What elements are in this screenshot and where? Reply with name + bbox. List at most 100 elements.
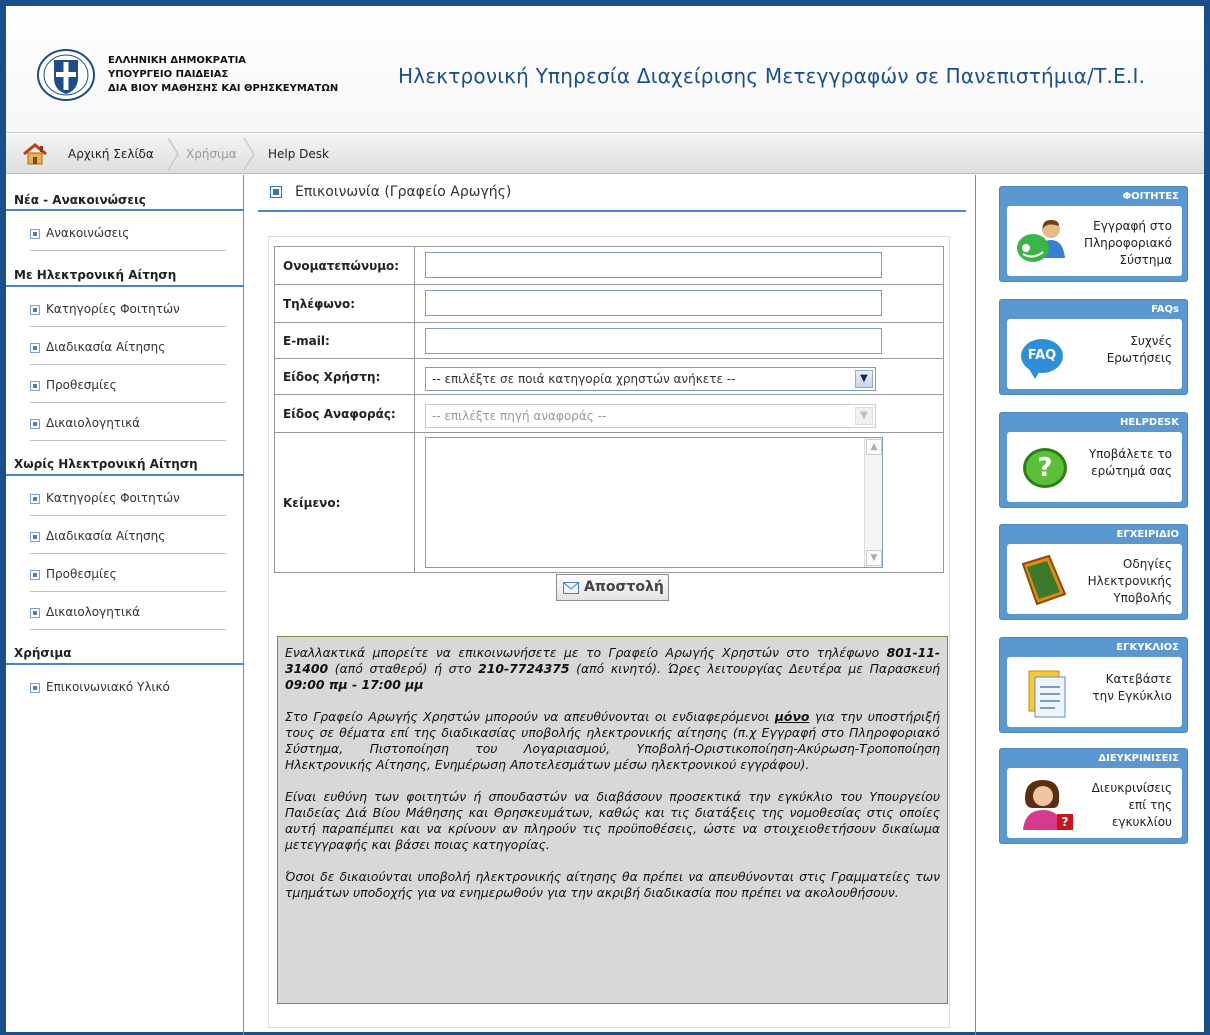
card-text-line: Σύστημα — [1119, 253, 1172, 267]
card-text: Οδηγίες Ηλεκτρονικής Υποβολής — [1088, 556, 1172, 607]
faq-badge: FAQ — [1021, 339, 1063, 373]
sidebar-item-communication-material[interactable]: Επικοινωνιακό Υλικό — [30, 675, 226, 705]
card-text-line: την Εγκύκλιο — [1092, 689, 1172, 703]
home-icon[interactable] — [22, 143, 48, 165]
info-emphasis: μόνο — [774, 709, 810, 724]
email-input[interactable] — [425, 328, 882, 354]
bullet-icon — [30, 532, 40, 542]
sidebar-item-application-process[interactable]: Διαδικασία Αίτησης — [30, 335, 226, 365]
breadcrumb-home[interactable]: Αρχική Σελίδα — [68, 147, 154, 161]
card-body: Οδηγίες Ηλεκτρονικής Υποβολής — [1007, 544, 1182, 614]
info-text: Στο Γραφείο Αρωγής Χρηστών μπορούν να απ… — [285, 709, 775, 724]
section-divider — [6, 285, 244, 287]
phone-label: Τηλέφωνο: — [274, 284, 415, 323]
card-title: FAQs — [1151, 304, 1179, 315]
phone-input[interactable] — [425, 290, 882, 316]
card-body: ? Υποβάλετε το ερώτημά σας — [1007, 432, 1182, 502]
sidebar-section-useful: Χρήσιμα — [14, 646, 72, 660]
students-icon — [1017, 220, 1065, 262]
user-type-label: Είδος Χρήστη: — [274, 358, 415, 395]
chevron-down-icon[interactable]: ▼ — [855, 407, 873, 425]
breadcrumb-helpdesk: Help Desk — [268, 147, 329, 161]
info-text: (από σταθερό) ή στο — [328, 661, 479, 676]
sidebar-item-deadlines[interactable]: Προθεσμίες — [30, 562, 226, 592]
email-label: E-mail: — [274, 322, 415, 359]
chevron-down-icon[interactable]: ▼ — [855, 370, 873, 388]
sidebar-item-deadlines[interactable]: Προθεσμίες — [30, 373, 226, 403]
sidebar-item-label: Δικαιολογητικά — [46, 416, 141, 430]
card-faqs[interactable]: FAQs FAQ Συχνές Ερωτήσεις — [999, 299, 1188, 395]
card-title: ΔΙΕΥΚΡΙΝΙΣΕΙΣ — [1098, 753, 1179, 764]
send-button[interactable]: Αποστολή — [556, 574, 669, 601]
sidebar-item-application-process[interactable]: Διαδικασία Αίτησης — [30, 524, 226, 554]
textarea-scrollbar[interactable]: ▲ ▼ — [864, 438, 882, 567]
card-text-line: Κατεβάστε — [1105, 672, 1172, 686]
card-text-line: Ερωτήσεις — [1106, 351, 1172, 365]
left-sidebar: Νέα - Ανακοινώσεις Ανακοινώσεις Με Ηλεκτ… — [6, 175, 244, 1035]
card-students[interactable]: ΦΟΙΤΗΤΕΣ Εγγραφή στο Πληροφοριακό Σύστημ… — [999, 186, 1188, 282]
user-type-select[interactable]: -- επιλέξτε σε ποιά κατηγορία χρηστών αν… — [425, 367, 876, 391]
card-manual[interactable]: ΕΓΧΕΙΡΙΔΙΟ Οδηγίες Ηλεκτρονικής Υποβολής — [999, 524, 1188, 620]
card-text-line: Υποβολής — [1113, 591, 1172, 605]
bullet-icon — [30, 608, 40, 618]
breadcrumb-separator-icon — [243, 138, 255, 170]
breadcrumb: Αρχική Σελίδα Χρήσιμα Help Desk — [6, 134, 1204, 174]
message-textarea[interactable]: ▲ ▼ — [425, 437, 883, 568]
faq-icon: FAQ — [1015, 329, 1073, 381]
sidebar-item-label: Δικαιολογητικά — [46, 605, 141, 619]
card-body: FAQ Συχνές Ερωτήσεις — [1007, 319, 1182, 389]
scroll-up-icon[interactable]: ▲ — [866, 439, 882, 455]
scroll-down-icon[interactable]: ▼ — [866, 550, 882, 566]
manual-icon — [1021, 554, 1067, 606]
heading-divider — [258, 210, 966, 212]
bullet-icon — [30, 683, 40, 693]
card-text-line: Ηλεκτρονικής — [1087, 574, 1172, 588]
bullet-icon — [30, 494, 40, 504]
report-type-select[interactable]: -- επιλέξτε πηγή αναφοράς -- ▼ — [425, 404, 876, 428]
bullet-icon — [30, 570, 40, 580]
site-header: ΕΛΛΗΝΙΚΗ ΔΗΜΟΚΡΑΤΙΑ ΥΠΟΥΡΓΕΙΟ ΠΑΙΔΕΙΑΣ Δ… — [6, 6, 1204, 133]
page-frame: ΕΛΛΗΝΙΚΗ ΔΗΜΟΚΡΑΤΙΑ ΥΠΟΥΡΓΕΙΟ ΠΑΙΔΕΙΑΣ Δ… — [3, 3, 1207, 1035]
info-paragraph-3: Είναι ευθύνη των φοιτητών ή σπουδαστών ν… — [285, 789, 940, 852]
text-label: Κείμενο: — [274, 432, 415, 573]
helpdesk-info-box: Εναλλακτικά μπορείτε να επικοινωνήσετε μ… — [277, 636, 948, 1004]
sidebar-item-label: Ανακοινώσεις — [46, 226, 130, 240]
name-input[interactable] — [425, 252, 882, 278]
document-icon — [1028, 670, 1066, 718]
sidebar-item-label: Επικοινωνιακό Υλικό — [46, 680, 170, 694]
card-clarifications[interactable]: ΔΙΕΥΚΡΙΝΙΣΕΙΣ ? Διευκρινίσεις επί της εγ… — [999, 748, 1188, 844]
bullet-icon — [30, 305, 40, 315]
card-title: ΕΓΚΥΚΛΙΟΣ — [1116, 642, 1179, 653]
card-text-line: Πληροφοριακό — [1084, 236, 1172, 250]
card-body: Κατεβάστε την Εγκύκλιο — [1007, 657, 1182, 727]
card-text-line: Διευκρινίσεις — [1091, 781, 1172, 795]
card-helpdesk[interactable]: HELPDESK ? Υποβάλετε το ερώτημά σας — [999, 412, 1188, 508]
ministry-line-1: ΕΛΛΗΝΙΚΗ ΔΗΜΟΚΡΑΤΙΑ — [108, 55, 247, 66]
sidebar-item-documents[interactable]: Δικαιολογητικά — [30, 600, 226, 630]
card-text-line: Συχνές — [1130, 334, 1172, 348]
sidebar-item-student-categories[interactable]: Κατηγορίες Φοιτητών — [30, 297, 226, 327]
card-text: Κατεβάστε την Εγκύκλιο — [1092, 671, 1172, 705]
site-title: Ηλεκτρονική Υπηρεσία Διαχείρισης Μετεγγρ… — [398, 64, 1146, 88]
send-button-label: Αποστολή — [584, 579, 664, 595]
sidebar-item-documents[interactable]: Δικαιολογητικά — [30, 411, 226, 441]
breadcrumb-useful[interactable]: Χρήσιμα — [186, 147, 237, 161]
bullet-icon — [30, 343, 40, 353]
section-divider — [6, 474, 244, 476]
card-text: Υποβάλετε το ερώτημά σας — [1089, 446, 1172, 480]
sidebar-item-label: Κατηγορίες Φοιτητών — [46, 302, 180, 316]
info-text: Εναλλακτικά μπορείτε να επικοινωνήσετε μ… — [285, 645, 887, 660]
bullet-icon — [30, 419, 40, 429]
card-text: Εγγραφή στο Πληροφοριακό Σύστημα — [1084, 218, 1172, 269]
info-paragraph-1: Εναλλακτικά μπορείτε να επικοινωνήσετε μ… — [285, 645, 940, 693]
sidebar-section-news: Νέα - Ανακοινώσεις — [14, 193, 146, 207]
sidebar-item-announcements[interactable]: Ανακοινώσεις — [30, 221, 226, 251]
card-text-line: Υποβάλετε το — [1088, 447, 1172, 461]
card-body: Εγγραφή στο Πληροφοριακό Σύστημα — [1007, 206, 1182, 276]
question-badge: ? — [1023, 448, 1067, 488]
sidebar-item-student-categories[interactable]: Κατηγορίες Φοιτητών — [30, 486, 226, 516]
sidebar-item-label: Προθεσμίες — [46, 378, 117, 392]
card-title: ΦΟΙΤΗΤΕΣ — [1122, 191, 1179, 202]
card-circular[interactable]: ΕΓΚΥΚΛΙΟΣ Κατεβάστε την Εγκύκλιο — [999, 637, 1188, 733]
bullet-icon — [30, 229, 40, 239]
